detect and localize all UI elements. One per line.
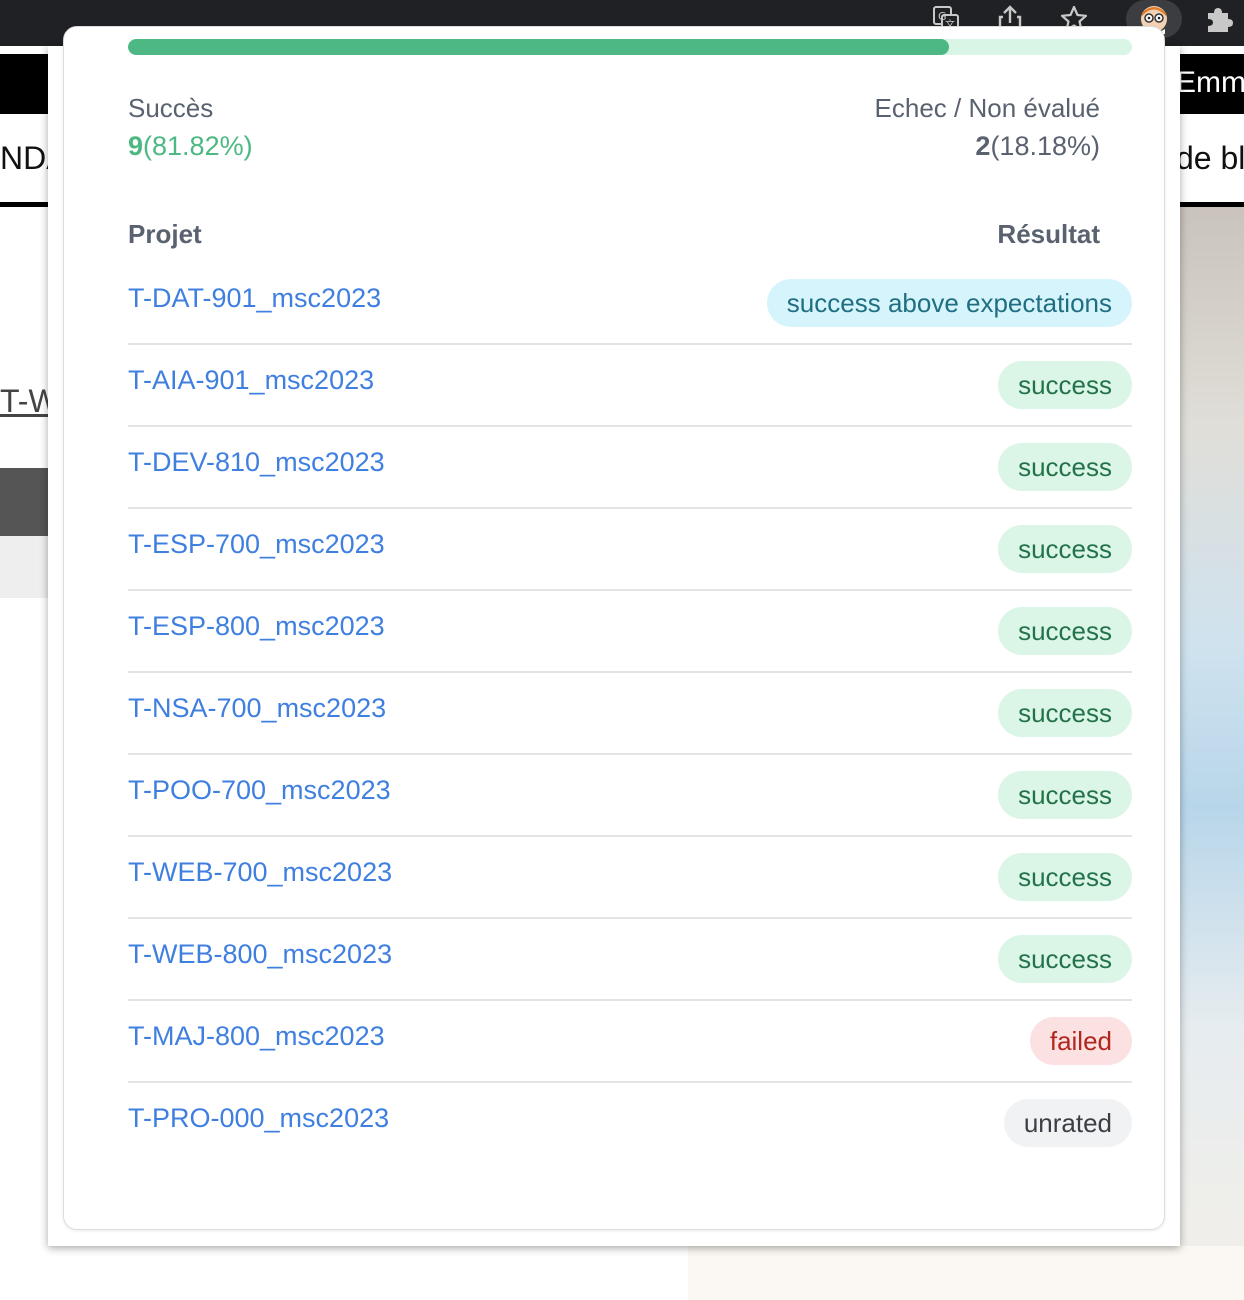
result-badge: success above expectations [766, 279, 1132, 327]
background-hero-image [1180, 207, 1244, 1300]
extension-popup: Succès Echec / Non évalué 9(81.82%) 2(18… [48, 26, 1180, 1246]
background-nav-text: Emm [1176, 66, 1244, 99]
background-link[interactable]: T-W [0, 383, 48, 420]
project-link[interactable]: T-POO-700_msc2023 [128, 775, 391, 806]
column-header-project: Projet [128, 219, 202, 249]
success-stat: 9(81.82%) [128, 131, 253, 162]
project-link[interactable]: T-PRO-000_msc2023 [128, 1103, 389, 1134]
table-row: T-POO-700_msc2023 success [128, 755, 1132, 837]
extensions-puzzle-icon[interactable] [1198, 0, 1238, 38]
success-count: 9 [128, 131, 144, 161]
project-link[interactable]: T-WEB-700_msc2023 [128, 857, 392, 888]
background-block-light [0, 536, 48, 598]
background-subnav-text-right: de bl [1176, 140, 1244, 176]
project-link[interactable]: T-ESP-800_msc2023 [128, 611, 385, 642]
result-badge: unrated [1003, 1099, 1132, 1147]
table-row: T-NSA-700_msc2023 success [128, 673, 1132, 755]
table-row: T-ESP-800_msc2023 success [128, 591, 1132, 673]
fail-stat: 2(18.18%) [975, 131, 1100, 162]
table-row: T-WEB-700_msc2023 success [128, 837, 1132, 919]
fail-percent: (18.18%) [990, 131, 1100, 161]
fail-label: Echec / Non évalué [874, 93, 1100, 123]
project-link[interactable]: T-WEB-800_msc2023 [128, 939, 392, 970]
result-badge: success [998, 935, 1132, 983]
result-badge: failed [1029, 1017, 1132, 1065]
success-label: Succès [128, 93, 214, 123]
table-row: T-ESP-700_msc2023 success [128, 509, 1132, 591]
table-row: T-PRO-000_msc2023 unrated [128, 1083, 1132, 1165]
table-row: T-DAT-901_msc2023 success above expectati… [128, 263, 1132, 345]
column-header-result: Résultat [997, 219, 1100, 249]
fail-count: 2 [975, 131, 991, 161]
success-progress-fill [128, 39, 950, 55]
background-bottom-band [688, 1246, 1244, 1300]
result-badge: success [998, 853, 1132, 901]
success-percent: (81.82%) [143, 131, 253, 161]
results-table: T-DAT-901_msc2023 success above expectati… [128, 263, 1132, 1165]
result-badge: success [998, 525, 1132, 573]
project-link[interactable]: T-DAT-901_msc2023 [128, 283, 381, 314]
result-badge: success [998, 443, 1132, 491]
success-progress-bar [128, 39, 1132, 55]
project-link[interactable]: T-DEV-810_msc2023 [128, 447, 385, 478]
project-link[interactable]: T-NSA-700_msc2023 [128, 693, 386, 724]
project-link[interactable]: T-AIA-901_msc2023 [128, 365, 374, 396]
result-badge: success [998, 771, 1132, 819]
background-block-dark [0, 468, 48, 536]
result-badge: success [998, 689, 1132, 737]
table-row: T-AIA-901_msc2023 success [128, 345, 1132, 427]
table-row: T-MAJ-800_msc2023 failed [128, 1001, 1132, 1083]
project-link[interactable]: T-ESP-700_msc2023 [128, 529, 385, 560]
table-row: T-WEB-800_msc2023 success [128, 919, 1132, 1001]
results-card: Succès Echec / Non évalué 9(81.82%) 2(18… [63, 26, 1165, 1230]
result-badge: success [998, 607, 1132, 655]
table-row: T-DEV-810_msc2023 success [128, 427, 1132, 509]
project-link[interactable]: T-MAJ-800_msc2023 [128, 1021, 385, 1052]
background-subnav-text-left: NDA [0, 140, 48, 176]
result-badge: success [998, 361, 1132, 409]
